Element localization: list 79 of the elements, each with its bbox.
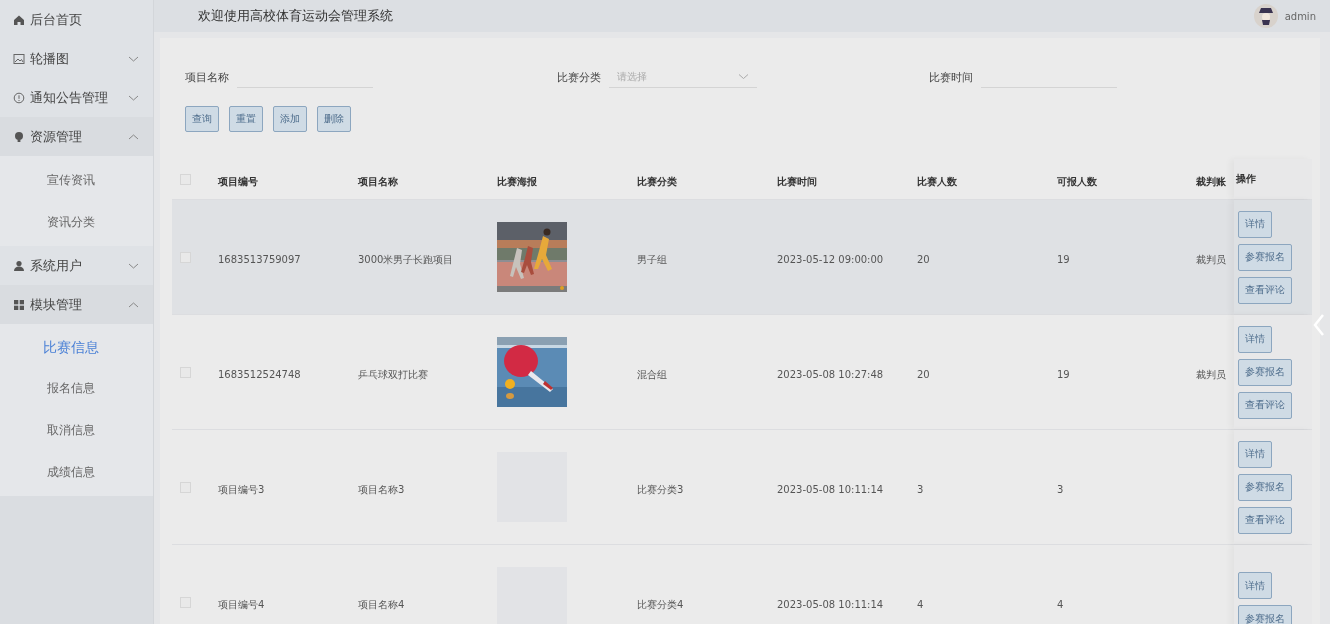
submenu-item[interactable]: 比赛信息 [0,327,153,367]
table-cell: 比赛分类4 [637,598,684,610]
row-action-button[interactable]: 参赛报名 [1238,358,1292,386]
submenu-item[interactable]: 成绩信息 [0,451,153,493]
menu-item[interactable]: 系统用户 [0,246,153,285]
image-icon [13,52,25,65]
table-cell: 乒乓球双打比赛 [358,368,428,380]
column-header: 可报人数 [1057,175,1097,187]
menu-item[interactable]: 轮播图 [0,39,153,78]
column-header: 比赛时间 [777,175,817,187]
submenu-item[interactable]: 取消信息 [0,409,153,451]
table-cell: 2023-05-12 09:00:00 [777,253,884,265]
table-cell: 裁判员 [1196,253,1226,265]
table-cell: 男子组 [637,253,667,265]
action-button[interactable]: 查询 [185,106,219,132]
table-cell: 20 [917,368,930,380]
table-cell: 2023-05-08 10:27:48 [777,368,884,380]
column-header: 项目名称 [358,175,398,187]
home-icon [13,13,25,26]
action-button[interactable]: 删除 [317,106,351,132]
grid-icon [13,298,25,311]
table-cell: 3 [917,483,924,495]
info-icon [13,91,25,104]
chevron-down-icon [128,261,139,270]
table-cell: 19 [1057,368,1070,380]
field-label: 比赛时间 [929,69,974,85]
avatar-icon[interactable] [1253,4,1278,28]
chevron-down-icon [128,54,139,63]
column-header: 项目编号 [218,175,258,187]
system-title: 欢迎使用高校体育运动会管理系统 [198,7,393,25]
chevron-down-icon [128,93,139,102]
table-cell: 4 [1057,598,1064,610]
column-header: 比赛分类 [637,175,677,187]
user-icon [13,259,25,272]
row-action-button[interactable]: 参赛报名 [1238,605,1292,624]
column-header: 比赛人数 [917,175,957,187]
bulb-icon [13,130,25,143]
table-cell: 3 [1057,483,1064,495]
table-cell: 3000米男子长跑项目 [358,253,454,265]
table-cell: 1683513759097 [218,253,301,265]
column-header: 比赛海报 [497,175,537,187]
field-label: 比赛分类 [557,69,602,85]
menu-item[interactable]: 通知公告管理 [0,78,153,117]
row-action-button[interactable]: 查看评论 [1238,506,1292,534]
table-cell: 比赛分类3 [637,483,684,495]
column-header: 操作 [1235,172,1256,186]
submenu-item[interactable]: 宣传资讯 [0,159,153,201]
submenu-item[interactable]: 报名信息 [0,367,153,409]
table-cell: 项目编号4 [218,598,265,610]
action-button[interactable]: 添加 [273,106,307,132]
table-cell: 项目名称3 [358,483,405,495]
table-cell: 19 [1057,253,1070,265]
field-label: 项目名称 [185,69,230,85]
table-cell: 2023-05-08 10:11:14 [777,598,884,610]
row-action-button[interactable]: 参赛报名 [1238,473,1292,501]
row-action-button[interactable]: 详情 [1238,440,1272,468]
table-cell: 20 [917,253,930,265]
chevron-left-icon[interactable] [1312,313,1326,337]
table-cell: 4 [917,598,924,610]
table-cell: 1683512524748 [218,368,301,380]
row-action-button[interactable]: 查看评论 [1238,391,1292,419]
row-action-button[interactable]: 详情 [1238,325,1272,353]
action-button[interactable]: 重置 [229,106,263,132]
table-cell: 项目名称4 [358,598,405,610]
table-cell: 2023-05-08 10:11:14 [777,483,884,495]
row-action-button[interactable]: 详情 [1238,572,1272,599]
chevron-up-icon [128,132,139,141]
username[interactable]: admin [1284,10,1316,22]
row-action-button[interactable]: 查看评论 [1238,276,1292,304]
table-cell: 裁判员 [1196,368,1226,380]
chevron-up-icon [128,300,139,309]
column-header: 裁判账 [1196,175,1226,187]
table-cell: 混合组 [637,368,667,380]
menu-item[interactable]: 后台首页 [0,0,153,39]
submenu-item[interactable]: 资讯分类 [0,201,153,243]
row-action-button[interactable]: 参赛报名 [1238,243,1292,271]
chevron-down-icon [738,73,749,80]
table-cell: 项目编号3 [218,483,265,495]
row-action-button[interactable]: 详情 [1238,210,1272,238]
